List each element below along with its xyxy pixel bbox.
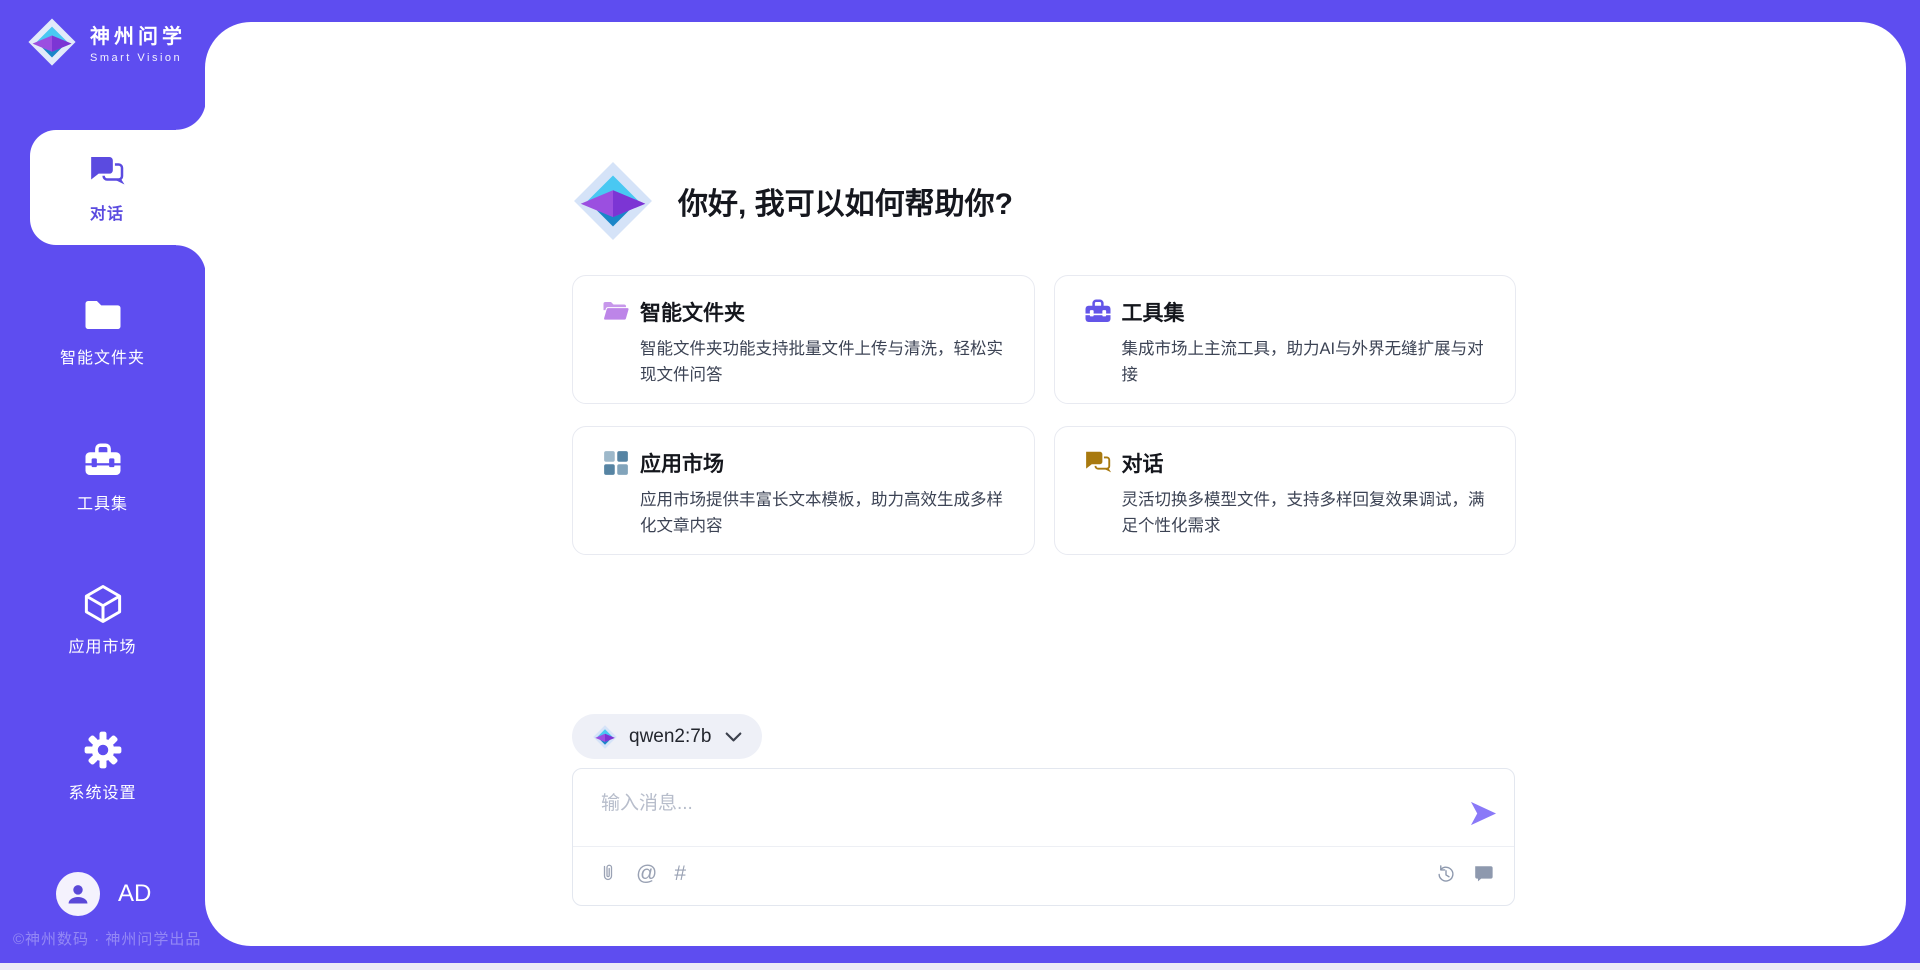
- brand-name: 神州问学: [90, 20, 186, 49]
- history-icon[interactable]: [1435, 863, 1457, 885]
- greeting-row: 你好, 我可以如何帮助你?: [570, 158, 1013, 244]
- window-bottom-edge: [0, 963, 1920, 970]
- brand-subtitle: Smart Vision: [90, 52, 186, 64]
- cube-icon: [82, 583, 124, 625]
- card-title: 智能文件夹: [640, 297, 745, 327]
- composer-tools-right: [1435, 863, 1494, 885]
- card-title: 工具集: [1122, 297, 1185, 327]
- at-icon[interactable]: @: [636, 863, 657, 885]
- brand-text: 神州问学 Smart Vision: [90, 20, 186, 64]
- card-header: 应用市场: [601, 448, 1018, 478]
- card-toolbox[interactable]: 工具集 集成市场上主流工具，助力AI与外界无缝扩展与对接: [1054, 275, 1517, 404]
- avatar: [56, 872, 100, 916]
- gear-icon: [82, 729, 124, 771]
- message-input[interactable]: [599, 786, 1433, 842]
- sidebar-item-toolbox[interactable]: 工具集: [0, 440, 205, 514]
- card-description: 智能文件夹功能支持批量文件上传与清洗，轻松实现文件问答: [640, 336, 1018, 388]
- brand-diamond-icon: [26, 16, 78, 68]
- composer-tools-left: @ #: [597, 863, 686, 885]
- model-name: qwen2:7b: [629, 726, 711, 748]
- sidebar-item-label: 对话: [90, 200, 124, 224]
- chat-icon: [1083, 448, 1113, 478]
- chat-icon: [87, 152, 127, 192]
- model-selector[interactable]: qwen2:7b: [572, 714, 762, 759]
- toolbox-icon: [1083, 297, 1113, 327]
- card-description: 应用市场提供丰富长文本模板，助力高效生成多样化文章内容: [640, 487, 1018, 539]
- card-description: 集成市场上主流工具，助力AI与外界无缝扩展与对接: [1122, 336, 1500, 388]
- sidebar-item-label: 应用市场: [68, 633, 136, 657]
- user-initials: AD: [118, 880, 151, 908]
- sidebar-item-label: 智能文件夹: [60, 344, 145, 368]
- hash-icon[interactable]: #: [674, 863, 686, 885]
- chat-bubble-icon[interactable]: [1472, 863, 1494, 885]
- card-header: 智能文件夹: [601, 297, 1018, 327]
- sidebar-item-settings[interactable]: 系统设置: [0, 729, 205, 803]
- sidebar-item-smart-folder[interactable]: 智能文件夹: [0, 294, 205, 368]
- send-icon: [1469, 800, 1498, 827]
- folder-open-icon: [601, 297, 631, 327]
- toolbox-icon: [82, 440, 124, 482]
- message-composer: @ #: [572, 768, 1515, 906]
- card-title: 对话: [1122, 448, 1164, 478]
- card-title: 应用市场: [640, 448, 724, 478]
- sidebar-item-label: 系统设置: [68, 779, 136, 803]
- sidebar-item-app-market[interactable]: 应用市场: [0, 583, 205, 657]
- card-chat[interactable]: 对话 灵活切换多模型文件，支持多样回复效果调试，满足个性化需求: [1054, 426, 1517, 555]
- grid-icon: [601, 448, 631, 478]
- card-smart-folder[interactable]: 智能文件夹 智能文件夹功能支持批量文件上传与清洗，轻松实现文件问答: [572, 275, 1035, 404]
- person-icon: [65, 881, 91, 907]
- card-app-market[interactable]: 应用市场 应用市场提供丰富长文本模板，助力高效生成多样化文章内容: [572, 426, 1035, 555]
- card-header: 对话: [1083, 448, 1500, 478]
- model-diamond-icon: [592, 724, 618, 750]
- paperclip-icon[interactable]: [597, 863, 619, 885]
- copyright-text: ©神州数码 · 神州问学出品: [13, 928, 201, 949]
- composer-divider: [573, 846, 1514, 847]
- assistant-diamond-icon: [570, 158, 656, 244]
- send-button[interactable]: [1469, 800, 1498, 827]
- folder-icon: [82, 294, 124, 336]
- sidebar-item-label: 工具集: [77, 490, 128, 514]
- card-header: 工具集: [1083, 297, 1500, 327]
- card-description: 灵活切换多模型文件，支持多样回复效果调试，满足个性化需求: [1122, 487, 1500, 539]
- chevron-down-icon: [725, 731, 742, 743]
- greeting-text: 你好, 我可以如何帮助你?: [678, 179, 1013, 223]
- feature-cards: 智能文件夹 智能文件夹功能支持批量文件上传与清洗，轻松实现文件问答 工具集 集成…: [572, 275, 1516, 555]
- user-profile[interactable]: AD: [56, 872, 151, 916]
- sidebar-item-chat[interactable]: 对话: [30, 130, 206, 245]
- app-logo: 神州问学 Smart Vision: [26, 16, 186, 68]
